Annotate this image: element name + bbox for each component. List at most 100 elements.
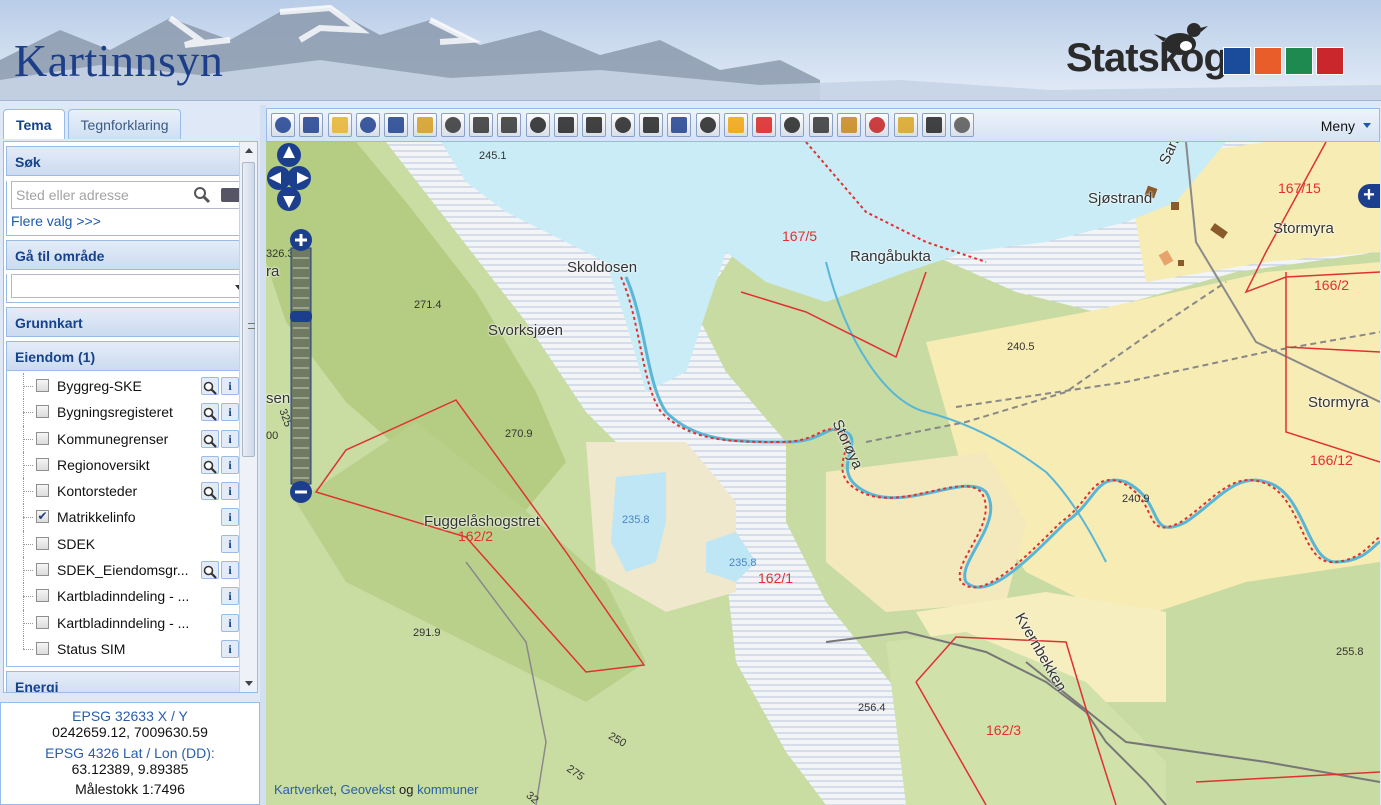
layer-checkbox[interactable]	[36, 379, 49, 392]
attribution-link-kommuner[interactable]: kommuner	[417, 782, 478, 797]
goto-area-section-header[interactable]: Gå til område	[6, 240, 255, 270]
map-toolbar: Meny	[266, 108, 1380, 142]
profile-icon[interactable]	[921, 113, 946, 137]
map-view[interactable]: Skoldosen Svorksjøen Rangåbukta Sjøstrand St…	[266, 142, 1380, 805]
parcel-number-label[interactable]: 162/2	[458, 528, 493, 544]
layer-info-button[interactable]: i	[221, 403, 239, 422]
property-section-header[interactable]: Eiendom (1)	[6, 341, 255, 371]
layer-info-button[interactable]: i	[221, 508, 239, 527]
pan-control[interactable]	[266, 142, 312, 212]
elevation-label: 271.4	[414, 299, 442, 311]
zoom-out-icon[interactable]	[384, 113, 409, 137]
search-icon[interactable]	[193, 186, 211, 204]
menu-button[interactable]: Meny	[1315, 115, 1375, 137]
parcel-number-label[interactable]: 167/5	[782, 228, 817, 244]
tree-connector	[23, 412, 33, 414]
print-icon[interactable]	[469, 113, 494, 137]
layer-checkbox[interactable]	[36, 563, 49, 577]
layer-info-button[interactable]: i	[221, 534, 239, 553]
app-header: Kartinnsyn Statskog	[0, 0, 1381, 101]
scrollbar-thumb[interactable]	[242, 162, 255, 457]
measure-icon[interactable]	[808, 113, 833, 137]
terrain-icon[interactable]	[837, 113, 861, 137]
sun-icon[interactable]	[723, 113, 748, 137]
search-input[interactable]	[12, 182, 172, 208]
brand-tile-tree-icon	[1285, 47, 1313, 75]
layer-zoom-button[interactable]	[201, 455, 219, 474]
more-options-link[interactable]: Flere valg >>>	[7, 209, 254, 235]
layer-info-button[interactable]: i	[221, 455, 239, 474]
layer-checkbox[interactable]	[36, 615, 49, 629]
layer-info-button[interactable]: i	[221, 377, 239, 395]
text-icon[interactable]	[554, 113, 578, 137]
layer-zoom-button[interactable]	[201, 561, 219, 580]
point-icon[interactable]	[525, 113, 550, 137]
parcel-number-label[interactable]: 166/2	[1314, 277, 1349, 293]
attribution-link-geovekst[interactable]: Geovekst	[340, 782, 395, 797]
layer-label: Byggreg-SKE	[57, 378, 142, 394]
utm-icon[interactable]	[780, 113, 805, 137]
layer-label: Bygningsregisteret	[57, 404, 173, 421]
pan-hand-icon[interactable]	[327, 113, 352, 137]
layer-zoom-button[interactable]	[201, 429, 219, 448]
map-canvas[interactable]	[266, 142, 1380, 805]
zoom-slider[interactable]	[288, 228, 314, 504]
rectangle-icon[interactable]	[638, 113, 663, 137]
layer-label: SDEK_Eiendomsgr...	[57, 562, 189, 579]
tree-connector	[23, 622, 33, 624]
layer-checkbox[interactable]	[36, 589, 49, 603]
attribution-link-kartverket[interactable]: Kartverket	[274, 782, 333, 797]
refresh-icon[interactable]	[440, 113, 465, 137]
binoculars-select-icon[interactable]	[299, 113, 324, 137]
layer-label: Kartbladinndeling - ...	[57, 614, 190, 631]
layer-zoom-button[interactable]	[201, 403, 219, 422]
expand-overview-icon[interactable]: +	[1358, 184, 1380, 208]
undo-icon[interactable]	[893, 113, 918, 137]
layer-info-button[interactable]: i	[221, 482, 239, 501]
parcel-number-label[interactable]: 167/15	[1278, 180, 1321, 196]
layer-info-button[interactable]: i	[221, 613, 239, 632]
delete-icon[interactable]	[865, 113, 890, 137]
layer-zoom-button[interactable]	[201, 377, 219, 395]
red-cross-icon[interactable]	[752, 113, 777, 137]
area-select[interactable]	[11, 274, 250, 298]
layer-checkbox[interactable]: ✔	[36, 510, 49, 524]
layer-info-button[interactable]: i	[221, 561, 239, 580]
help-icon[interactable]	[497, 113, 522, 137]
layer-info-button[interactable]: i	[221, 639, 239, 658]
polygon-icon[interactable]	[610, 113, 635, 137]
parcel-number-label[interactable]: 162/1	[758, 570, 793, 586]
zoom-in-icon[interactable]	[355, 113, 380, 137]
layer-zoom-button[interactable]	[201, 482, 219, 501]
binoculars-icon[interactable]	[271, 113, 295, 137]
satellite-icon[interactable]	[950, 113, 975, 137]
panel-tabs: Tema Tegnforklaring	[3, 109, 182, 141]
layer-checkbox[interactable]	[36, 536, 49, 550]
energy-section-header[interactable]: Energi	[6, 671, 255, 692]
layer-info-button[interactable]: i	[221, 587, 239, 606]
tab-tegnforklaring[interactable]: Tegnforklaring	[67, 109, 182, 139]
panel-scrollbar[interactable]	[239, 142, 257, 692]
parcel-number-label[interactable]: 162/3	[986, 722, 1021, 738]
layer-checkbox[interactable]	[36, 431, 49, 445]
tab-tema[interactable]: Tema	[3, 109, 65, 139]
parcel-number-label[interactable]: 166/12	[1310, 452, 1353, 468]
layer-label: SDEK	[57, 535, 96, 552]
zoom-extent-icon[interactable]	[412, 113, 437, 137]
zoom-slider-thumb[interactable]	[290, 311, 312, 322]
document-icon[interactable]	[695, 113, 720, 137]
elevation-label: 270.9	[505, 428, 533, 440]
scroll-up-icon[interactable]	[245, 148, 253, 153]
layer-checkbox[interactable]	[36, 457, 49, 471]
scroll-down-icon[interactable]	[245, 681, 253, 686]
edit-icon[interactable]	[667, 113, 692, 137]
layer-checkbox[interactable]	[36, 405, 49, 419]
layer-info-button[interactable]: i	[221, 429, 239, 448]
basemap-section-header[interactable]: Grunnkart	[6, 307, 255, 337]
layer-checkbox[interactable]	[36, 641, 49, 655]
search-section-header[interactable]: Søk	[6, 146, 255, 176]
place-name-label: ra	[266, 263, 280, 280]
line-icon[interactable]	[582, 113, 607, 137]
layer-checkbox[interactable]	[36, 484, 49, 498]
tree-connector	[23, 570, 33, 572]
